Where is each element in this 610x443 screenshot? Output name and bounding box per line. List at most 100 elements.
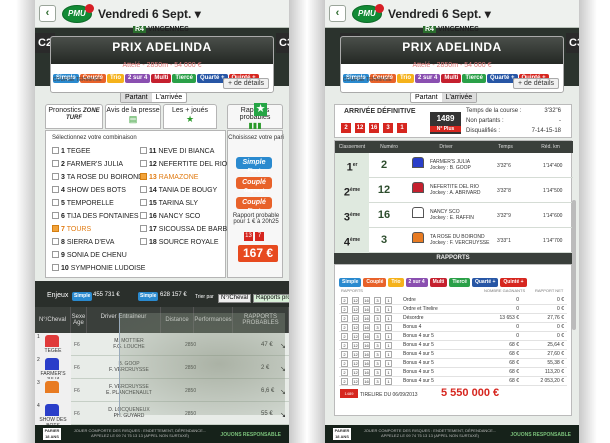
arrivee-number: 12 bbox=[355, 123, 365, 133]
top-bar: ‹ PMU Vendredi 6 Sept. ▾ bbox=[35, 0, 289, 28]
checkbox[interactable] bbox=[52, 212, 59, 219]
horse-option[interactable]: 10 SYMPHONIE LUDOISE bbox=[52, 264, 145, 273]
tab-avis-presse[interactable]: Avis de la presse ▤ bbox=[105, 104, 161, 129]
checkbox[interactable] bbox=[52, 186, 59, 193]
runner-number: 2 bbox=[37, 357, 40, 363]
checkbox[interactable] bbox=[52, 251, 59, 258]
date-selector[interactable]: Vendredi 6 Sept. ▾ bbox=[98, 7, 201, 21]
toggle-partant-2[interactable]: Partant bbox=[411, 93, 442, 102]
bet-simple-button[interactable]: Simple Placé bbox=[236, 157, 272, 174]
jockey-name: Jockey : F. VERCRUYSSE bbox=[430, 240, 490, 246]
horse-option[interactable]: 9 SONIA DE CHENU bbox=[52, 251, 127, 260]
tab-plus-joues[interactable]: Les + joués ★ bbox=[163, 104, 217, 129]
horse-number: 18 bbox=[149, 239, 157, 246]
rapport-tab-1[interactable]: Couplé bbox=[363, 278, 387, 287]
jouons-responsable-link-2[interactable]: JOUONS RESPONSABLE bbox=[510, 432, 571, 438]
horse-option[interactable]: 3 TA ROSE DU BOIROND bbox=[52, 173, 143, 182]
combo-box: 3 bbox=[374, 315, 381, 322]
checkbox[interactable] bbox=[140, 173, 147, 180]
checkbox[interactable] bbox=[140, 225, 147, 232]
jockey-silk-icon bbox=[45, 335, 59, 347]
bet-type-3[interactable]: 2 sur 4 bbox=[125, 74, 151, 83]
horse-option[interactable]: 6 TIJA DES FONTAINES bbox=[52, 212, 139, 221]
classement-row[interactable]: 2ème 12 NEFERTITE DEL RIO Jockey : A. ABRIV… bbox=[335, 178, 573, 203]
scrollbar[interactable] bbox=[572, 200, 576, 330]
chevron-down-icon: ▾ bbox=[484, 7, 491, 21]
date-selector-2[interactable]: Vendredi 6 Sept. ▾ bbox=[388, 7, 491, 21]
horse-option[interactable]: 12 NEFERTITE DEL RIO bbox=[140, 160, 227, 169]
tirelire-value: 5 550 000 € bbox=[441, 387, 500, 399]
horse-option[interactable]: 14 TANIA DE BOUGY bbox=[140, 186, 217, 195]
rapport-net: 113,20 € bbox=[544, 369, 564, 375]
checkbox[interactable] bbox=[140, 160, 147, 167]
bet-couple-place-button[interactable]: Couplé Placé bbox=[236, 197, 272, 214]
footer: PARIER 18 ANS JOUER COMPORTE DES RISQUES… bbox=[35, 425, 289, 443]
bet-type-5[interactable]: Tiercé bbox=[172, 74, 196, 83]
favorite-star-icon[interactable]: ★ bbox=[254, 103, 267, 116]
rapport-tab-5[interactable]: Tiercé bbox=[449, 278, 470, 287]
horse-option[interactable]: 1 TEGEE bbox=[52, 147, 90, 156]
checkbox[interactable] bbox=[140, 147, 147, 154]
horse-option[interactable]: 16 NANCY SCO bbox=[140, 212, 200, 221]
rapport-tab-6[interactable]: Quarté + bbox=[471, 278, 499, 287]
horse-option[interactable]: 18 SOURCE ROYALE bbox=[140, 238, 219, 247]
bet-type-4[interactable]: Multi bbox=[151, 74, 172, 83]
rapport-tab-0[interactable]: Simple bbox=[339, 278, 362, 287]
details-button-2[interactable]: + de détails bbox=[513, 78, 559, 89]
horse-option[interactable]: 13 RAMAZONE bbox=[140, 173, 198, 182]
rapport-tab-3[interactable]: 2 sur 4 bbox=[405, 278, 428, 287]
checkbox[interactable] bbox=[140, 199, 147, 206]
checkbox[interactable] bbox=[140, 186, 147, 193]
horse-option[interactable]: 11 NEVE DI BIANCA bbox=[140, 147, 214, 156]
sort-by-rapports[interactable]: Rapports probables bbox=[253, 294, 289, 303]
jockey-silk-icon bbox=[412, 207, 424, 218]
checkbox[interactable] bbox=[52, 225, 59, 232]
horse-option[interactable]: 7 TOURS bbox=[52, 225, 91, 234]
course-code-next[interactable]: C3 bbox=[276, 33, 289, 53]
tab-pronostics[interactable]: Pronostics ZONE TURF bbox=[45, 104, 103, 129]
checkbox[interactable] bbox=[52, 173, 59, 180]
horse-option[interactable]: 8 SIERRA D'EVA bbox=[52, 238, 114, 247]
classement-row[interactable]: 4ème 3 TA ROSE DU BOIROND Jockey : F. VERCR… bbox=[335, 228, 573, 253]
sort-by-number[interactable]: N°/Cheval bbox=[218, 294, 252, 303]
classement-row[interactable]: 3ème 16 NANCY SCO Jockey : E. RAFFIN 3'32"9 1… bbox=[335, 203, 573, 228]
rapport-label: Bonus 4 sur 5 bbox=[403, 333, 434, 339]
toggle-partant[interactable]: Partant bbox=[121, 93, 152, 102]
course-code-next-2[interactable]: C3 bbox=[566, 33, 579, 53]
bet-type-5[interactable]: Tiercé bbox=[462, 74, 486, 83]
horse-option[interactable]: 17 SICOUSSA DE BARB bbox=[140, 225, 227, 234]
bet-type-3[interactable]: 2 sur 4 bbox=[415, 74, 441, 83]
bet-type-2[interactable]: Trio bbox=[397, 74, 415, 83]
rapport-tab-7[interactable]: Quinté + bbox=[500, 278, 527, 287]
jouons-responsable-link[interactable]: JOUONS RESPONSABLE bbox=[220, 432, 281, 438]
back-button[interactable]: ‹ bbox=[39, 5, 56, 22]
bet-types-bar: Simple Couplé Trio 2 sur 4 Multi Tiercé Quarté… bbox=[53, 66, 260, 83]
rapport-tab-4[interactable]: Multi bbox=[429, 278, 448, 287]
bet-type-2[interactable]: Trio bbox=[107, 74, 125, 83]
checkbox[interactable] bbox=[52, 199, 59, 206]
checkbox[interactable] bbox=[140, 212, 147, 219]
bet-type-4[interactable]: Multi bbox=[441, 74, 462, 83]
horse-option[interactable]: 2 FARMER'S JULIA bbox=[52, 160, 123, 169]
checkbox[interactable] bbox=[52, 147, 59, 154]
rapport-tab-2[interactable]: Trio bbox=[388, 278, 404, 287]
bet-couple-gagnant-button[interactable]: Couplé Gagnant bbox=[236, 177, 272, 194]
col-horse[interactable]: N°/Cheval bbox=[35, 307, 71, 333]
checkbox[interactable] bbox=[140, 238, 147, 245]
checkbox[interactable] bbox=[52, 160, 59, 167]
checkbox[interactable] bbox=[52, 238, 59, 245]
rapport-probable-text: Rapport probable pour 1 € à 20h25 bbox=[232, 213, 280, 225]
details-button[interactable]: + de détails bbox=[223, 78, 269, 89]
classement-row[interactable]: 1er 2 FARMER'S JULIA Jockey : B. GOOP 3'32"6… bbox=[335, 153, 573, 178]
horse-option[interactable]: 15 TARINA SLY bbox=[140, 199, 198, 208]
toggle-arrivee[interactable]: L'arrivée bbox=[152, 93, 187, 102]
checkbox[interactable] bbox=[52, 264, 59, 271]
runner-number: 4 bbox=[37, 403, 40, 409]
back-button-2[interactable]: ‹ bbox=[329, 5, 346, 22]
horse-info: NEFERTITE DEL RIO Jockey : A. ABRIVARD bbox=[430, 184, 480, 196]
nombre-gagnants: 68 € bbox=[509, 378, 519, 384]
horse-option[interactable]: 5 TEMPORELLE bbox=[52, 199, 114, 208]
horse-option[interactable]: 4 SHOW DES BOTS bbox=[52, 186, 126, 195]
horse-name: NANCY SCO bbox=[158, 213, 201, 220]
toggle-arrivee-2[interactable]: L'arrivée bbox=[441, 93, 477, 102]
